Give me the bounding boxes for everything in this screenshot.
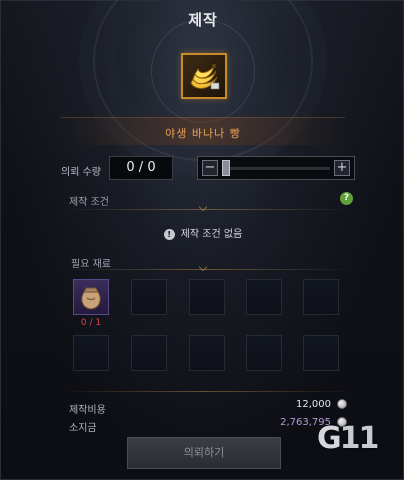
material-slot-4[interactable] (246, 279, 282, 315)
owned-label: 소지금 (69, 423, 97, 434)
quantity-label: 의뢰 수량 (61, 167, 101, 178)
material-slot-3[interactable] (189, 279, 225, 315)
conditions-label: 제작 조건 (69, 197, 109, 208)
increase-button[interactable]: + (334, 160, 350, 176)
divider (59, 269, 353, 270)
cost-value: 12,000 (296, 399, 331, 410)
watermark-number: 11 (339, 421, 380, 456)
item-name: 야생 바나나 빵 (165, 127, 241, 140)
item-slot[interactable] (181, 53, 227, 99)
decrease-button[interactable]: − (202, 160, 218, 176)
request-button[interactable]: 의뢰하기 (127, 437, 281, 469)
watermark-logo: G11 (317, 421, 380, 456)
material-slot-9[interactable] (246, 335, 282, 371)
conditions-none-text: 제작 조건 없음 (180, 229, 243, 240)
window-title: 제작 (188, 11, 218, 29)
sack-icon (81, 287, 101, 310)
material-slot-1[interactable] (73, 279, 109, 315)
cost-label: 제작비용 (69, 405, 106, 416)
info-icon: ! (163, 229, 175, 240)
material-slot-7[interactable] (131, 335, 167, 371)
divider (59, 209, 353, 210)
materials-label: 필요 재료 (71, 259, 111, 270)
material-count: 0 / 1 (80, 318, 102, 328)
quantity-input[interactable]: 0 / 0 (109, 156, 173, 180)
material-slot-6[interactable] (73, 335, 109, 371)
conditions-status: ! 제작 조건 없음 (1, 225, 404, 240)
banana-icon (190, 64, 220, 90)
material-slot-2[interactable] (131, 279, 167, 315)
help-icon[interactable]: ? (340, 192, 353, 205)
watermark-g: G (317, 421, 342, 456)
quantity-slider[interactable]: − + (197, 156, 355, 180)
material-slot-10[interactable] (303, 335, 339, 371)
coin-icon (337, 399, 347, 409)
slider-track[interactable] (222, 167, 330, 170)
slider-thumb[interactable] (222, 160, 230, 176)
material-slot-8[interactable] (189, 335, 225, 371)
material-slot-5[interactable] (303, 279, 339, 315)
crafting-panel: 제작 야생 바나나 빵 의뢰 수량 0 / 0 − + 제작 조건 ? ! 제작 … (0, 0, 404, 480)
divider (59, 391, 353, 392)
